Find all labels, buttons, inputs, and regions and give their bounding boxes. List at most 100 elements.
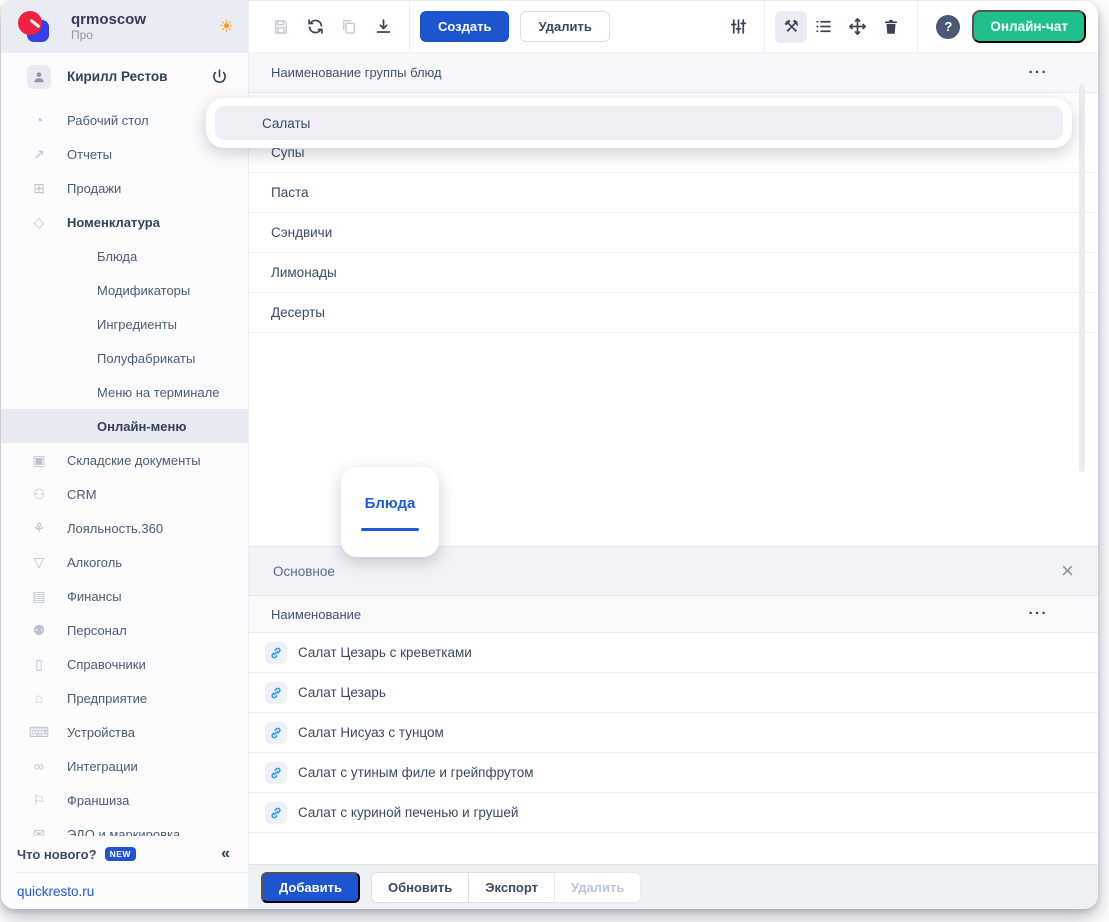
user-name: Кирилл Рестов <box>67 69 167 84</box>
sidebar-item[interactable]: Блюда <box>1 239 248 273</box>
directories-icon: ▯ <box>27 656 51 673</box>
copy-icon[interactable] <box>339 17 359 37</box>
alcohol-icon: ▽ <box>27 554 51 571</box>
sidebar-item[interactable]: ⚇ CRM <box>1 477 248 511</box>
org-name: qrmoscow <box>71 11 146 28</box>
reports-icon: ↗ <box>27 146 51 163</box>
sidebar-item[interactable]: Меню на терминале <box>1 375 248 409</box>
sidebar-item[interactable]: ▣ Складские документы <box>1 443 248 477</box>
dishes-table-header: Наименование ··· <box>249 596 1098 633</box>
help-icon[interactable]: ? <box>936 15 960 39</box>
user-row[interactable]: Кирилл Рестов <box>1 53 248 100</box>
enterprise-icon: ⌂ <box>27 690 51 706</box>
sidebar-header: qrmoscow Про ☀ <box>1 1 248 53</box>
details-footer: Добавить Обновить Экспорт Удалить <box>249 864 1098 909</box>
main-area: Создать Удалить ⚒ ? Онлайн-чат Наименова… <box>249 1 1098 909</box>
groups-header-label: Наименование группы блюд <box>271 65 442 80</box>
dish-row[interactable]: Салат Цезарь <box>249 673 1098 713</box>
sidebar-item[interactable]: Полуфабрикаты <box>1 341 248 375</box>
devices-icon: ⌨ <box>27 724 51 741</box>
franchise-icon: ⚐ <box>27 792 51 809</box>
crm-icon: ⚇ <box>27 486 51 503</box>
sidebar-item[interactable]: ⌂ Предприятие <box>1 681 248 715</box>
tab-osnovnoe[interactable]: Основное <box>273 564 335 579</box>
sidebar-item[interactable]: ⚐ Франшиза <box>1 783 248 817</box>
new-badge: NEW <box>105 847 136 861</box>
sidebar-nav: ◔ Рабочий стол ↗ Отчеты ⊞ Продажи ◇ Номе… <box>1 100 248 836</box>
sales-icon: ⊞ <box>27 180 51 197</box>
export-button[interactable]: Экспорт <box>468 872 555 903</box>
sidebar-item[interactable]: ⊞ Продажи <box>1 171 248 205</box>
online-chat-button[interactable]: Онлайн-чат <box>972 10 1086 43</box>
highlighted-row-callout: Салаты <box>206 98 1072 148</box>
delete-button[interactable]: Удалить <box>520 11 609 42</box>
group-row[interactable]: Лимонады <box>249 253 1098 293</box>
group-row-salaty[interactable]: Салаты <box>215 106 1063 140</box>
sidebar-item[interactable]: ✉ ЭДО и маркировка <box>1 817 248 836</box>
dishes-table-body: Салат Цезарь с креветками Салат Цезарь С… <box>249 633 1098 833</box>
whats-new-link[interactable]: Что нового? <box>17 847 97 862</box>
group-row[interactable]: Десерты <box>249 293 1098 333</box>
download-icon[interactable] <box>373 17 393 37</box>
top-toolbar: Создать Удалить ⚒ ? Онлайн-чат <box>249 1 1098 53</box>
sidebar-item[interactable]: ⚉ Персонал <box>1 613 248 647</box>
app-window: qrmoscow Про ☀ Кирилл Рестов ◔ Рабочий с… <box>1 1 1098 909</box>
sidebar-item[interactable]: ▽ Алкоголь <box>1 545 248 579</box>
sidebar-item[interactable]: ◇ Номенклатура <box>1 205 248 239</box>
group-row[interactable]: Паста <box>249 173 1098 213</box>
tab-blyuda[interactable]: Блюда <box>365 495 416 512</box>
list-view-icon[interactable] <box>813 17 833 37</box>
link-icon <box>265 762 287 784</box>
filter-sliders-icon[interactable] <box>728 17 748 37</box>
sidebar-footer: Что нового? NEW « quickresto.ru <box>1 836 248 909</box>
logout-power-icon[interactable] <box>211 68 228 85</box>
sidebar-item[interactable]: ⚘ Лояльность.360 <box>1 511 248 545</box>
dishes-header-label: Наименование <box>271 607 361 622</box>
tab-active-underline <box>361 528 419 531</box>
dish-row[interactable]: Салат Цезарь с креветками <box>249 633 1098 673</box>
warehouse-icon: ▣ <box>27 452 51 469</box>
link-icon <box>265 642 287 664</box>
sidebar-item[interactable]: ▯ Справочники <box>1 647 248 681</box>
refresh-icon[interactable] <box>305 17 325 37</box>
staff-icon: ⚉ <box>27 622 51 639</box>
collapse-sidebar-icon[interactable]: « <box>221 845 230 863</box>
dish-row[interactable]: Салат с куриной печенью и грушей <box>249 793 1098 833</box>
groups-table-header: Наименование группы блюд ··· <box>249 53 1098 93</box>
dish-row[interactable]: Салат с утиным филе и грейпфрутом <box>249 753 1098 793</box>
create-button[interactable]: Создать <box>420 11 509 42</box>
quickresto-logo <box>15 8 53 46</box>
loyalty-icon: ⚘ <box>27 520 51 537</box>
delete-dish-button[interactable]: Удалить <box>554 872 641 903</box>
finance-icon: ▤ <box>27 588 51 605</box>
user-avatar-icon <box>27 65 51 89</box>
dish-row[interactable]: Салат Нисуаз с тунцом <box>249 713 1098 753</box>
close-icon[interactable]: × <box>1061 562 1074 580</box>
groups-menu-icon[interactable]: ··· <box>1029 68 1049 78</box>
theme-brightness-icon[interactable]: ☀ <box>219 17 234 37</box>
dishes-menu-icon[interactable]: ··· <box>1029 609 1049 619</box>
active-tab-callout: Блюда <box>341 467 439 557</box>
nomenclature-icon: ◇ <box>27 214 51 231</box>
group-row[interactable]: Сэндвичи <box>249 213 1098 253</box>
link-icon <box>265 802 287 824</box>
sidebar-item[interactable]: Ингредиенты <box>1 307 248 341</box>
sidebar-item[interactable]: ▤ Финансы <box>1 579 248 613</box>
refresh-button[interactable]: Обновить <box>371 872 469 903</box>
edo-icon: ✉ <box>27 826 51 837</box>
org-plan: Про <box>71 29 146 43</box>
quickresto-site-link[interactable]: quickresto.ru <box>1 873 248 909</box>
add-button[interactable]: Добавить <box>261 872 360 903</box>
dashboard-icon: ◔ <box>27 112 51 128</box>
sidebar-item[interactable]: ⌨ Устройства <box>1 715 248 749</box>
tools-icon[interactable]: ⚒ <box>775 11 807 43</box>
sidebar-item[interactable]: Онлайн-меню <box>1 409 248 443</box>
link-icon <box>265 722 287 744</box>
groups-scrollbar[interactable] <box>1079 84 1085 472</box>
move-icon[interactable] <box>847 17 867 37</box>
sidebar-item[interactable]: Модификаторы <box>1 273 248 307</box>
trash-icon[interactable] <box>881 17 901 37</box>
sidebar-item[interactable]: ∞ Интеграции <box>1 749 248 783</box>
link-icon <box>265 682 287 704</box>
save-icon[interactable] <box>271 17 291 37</box>
